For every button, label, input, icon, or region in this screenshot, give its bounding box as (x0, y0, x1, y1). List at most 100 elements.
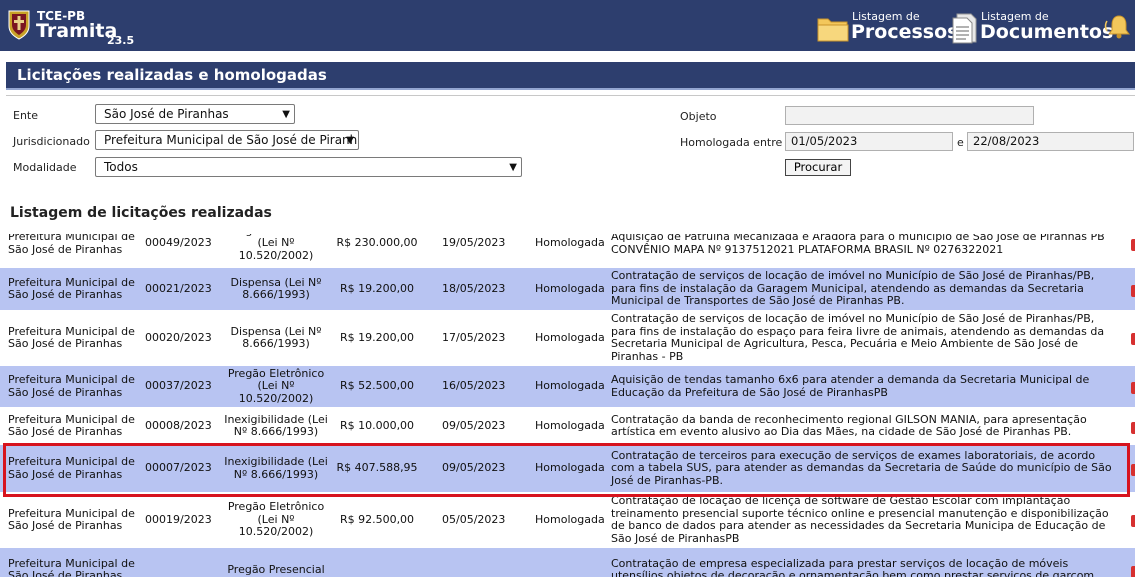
modalidade-cell: Pregão Eletrônico (Lei Nº 10.520/2002) (227, 500, 325, 539)
filter-form: Ente São José de Piranhas ▼ Jurisdiciona… (6, 95, 1135, 186)
page-title: Licitações realizadas e homologadas (17, 66, 327, 84)
procurar-button[interactable]: Procurar (785, 159, 851, 176)
objeto-cell: Contratação de serviços de locação de im… (611, 312, 1105, 363)
objeto-cell: Contratação de terceiros para execução d… (611, 448, 1112, 487)
table-row[interactable]: Prefeitura Municipal de São José de Pira… (0, 493, 1135, 547)
chevron-down-icon: ▼ (282, 109, 290, 120)
top-header: TCE-PB Tramita 23.5 Listagem de Processo… (0, 0, 1135, 51)
nav-processos-label: Processos (851, 21, 959, 43)
objeto-cell: Contratação de locação de licença de sof… (611, 494, 1109, 545)
modalidade-select[interactable]: Todos ▼ (95, 157, 522, 177)
valor-cell: R$ 407.588,95 (336, 461, 418, 475)
row-marker (1131, 382, 1135, 395)
nav-listagem-processos[interactable]: Listagem de Processos (817, 9, 958, 45)
modalidade-cell: Inexigibilidade (Lei Nº 8.666/1993) (224, 412, 328, 438)
valor-cell: R$ 10.000,00 (339, 418, 415, 432)
data-cell: 18/05/2023 (442, 281, 506, 295)
numero-cell (145, 548, 220, 577)
table-row[interactable]: Prefeitura Municipal de São José de Pira… (0, 268, 1135, 310)
data-cell: 19/05/2023 (442, 236, 506, 250)
valor-cell: R$ 19.200,00 (339, 281, 415, 295)
modalidade-label: Modalidade (13, 161, 77, 174)
chevron-down-icon: ▼ (509, 162, 517, 173)
valor-cell: R$ 19.200,00 (339, 330, 415, 344)
situacao-cell: Homologada (535, 461, 605, 475)
numero-cell: 00019/2023 (145, 512, 212, 526)
ente-cell: Prefeitura Municipal de São José de Pira… (8, 506, 135, 532)
table-row[interactable]: Prefeitura Municipal de São José de Pira… (0, 311, 1135, 365)
situacao-cell: Homologada (535, 330, 605, 344)
row-marker (1131, 422, 1135, 435)
ente-select[interactable]: São José de Piranhas ▼ (95, 104, 295, 124)
data-cell: 05/05/2023 (442, 512, 506, 526)
page-title-bar: Licitações realizadas e homologadas (6, 62, 1135, 90)
jurisdicionado-label: Jurisdicionado (13, 135, 90, 148)
numero-cell: 00007/2023 (145, 461, 212, 475)
date-from-input[interactable]: 01/05/2023 (785, 132, 953, 151)
version-label: 23.5 (107, 34, 135, 47)
nav-listagem-documentos[interactable]: Listagem de Documentos (952, 9, 1113, 45)
objeto-cell: Contratação de empresa especializada par… (611, 556, 1095, 577)
homologada-entre-label: Homologada entre (680, 136, 783, 149)
ente-value: São José de Piranhas (104, 107, 229, 121)
jurisdicionado-select[interactable]: Prefeitura Municipal de São José de Pira… (95, 130, 359, 150)
folder-icon (817, 18, 849, 42)
numero-cell: 00020/2023 (145, 330, 212, 344)
situacao-cell: Homologada (535, 281, 605, 295)
situacao-cell: Homologada (535, 379, 605, 393)
ente-label: Ente (13, 109, 39, 122)
data-cell: 09/05/2023 (442, 461, 506, 475)
situacao-cell: Homologada (535, 512, 605, 526)
ente-cell: Prefeitura Municipal de São José de Pira… (8, 455, 135, 481)
row-marker (1131, 284, 1135, 297)
list-title: Listagem de licitações realizadas (10, 205, 272, 221)
valor-cell: R$ 92.500,00 (339, 512, 415, 526)
numero-cell: 00037/2023 (145, 379, 212, 393)
data-cell: 16/05/2023 (442, 379, 506, 393)
situacao-cell: Homologada (535, 418, 605, 432)
licitacoes-table: Prefeitura Municipal de São José de Pira… (0, 234, 1135, 577)
modalidade-cell: Pregão Eletrônico (Lei Nº 10.520/2002) (228, 234, 324, 262)
modalidade-cell: Dispensa (Lei Nº 8.666/1993) (230, 275, 322, 301)
table-row[interactable]: Prefeitura Municipal de São José de Pira… (0, 408, 1135, 444)
ente-cell: Prefeitura Municipal de São José de Pira… (8, 412, 135, 438)
situacao-cell (535, 548, 607, 577)
valor-cell: R$ 230.000,00 (336, 236, 418, 250)
situacao-cell: Homologada (535, 236, 605, 250)
tce-logo-icon[interactable] (7, 8, 31, 40)
table-row[interactable]: Prefeitura Municipal de São José de Pira… (0, 366, 1135, 407)
table-row[interactable]: Prefeitura Municipal de São José de Pira… (0, 548, 1135, 577)
ente-cell: Prefeitura Municipal de São José de Pira… (8, 324, 135, 350)
valor-cell (334, 548, 420, 577)
chevron-down-icon: ▼ (346, 135, 354, 146)
modalidade-cell: Pregão Eletrônico (Lei Nº 10.520/2002) (227, 366, 325, 405)
ente-cell: Prefeitura Municipal de São José de Pira… (8, 556, 135, 577)
objeto-cell: Aquisição de Patrulha Mecanizada e Arado… (611, 234, 1105, 256)
objeto-input[interactable] (785, 106, 1034, 125)
modalidade-cell: Dispensa (Lei Nº 8.666/1993) (230, 324, 322, 350)
brand-name[interactable]: Tramita (36, 20, 117, 42)
e-label: e (957, 136, 964, 149)
objeto-cell: Contratação da banda de reconhecimento r… (611, 412, 1087, 438)
numero-cell: 00021/2023 (145, 281, 212, 295)
nav-documentos-label: Documentos (980, 21, 1114, 43)
data-cell: 17/05/2023 (442, 330, 506, 344)
table-row[interactable]: Prefeitura Municipal de São José de Pira… (0, 445, 1135, 492)
valor-cell: R$ 52.500,00 (339, 379, 415, 393)
modalidade-value: Todos (104, 160, 138, 174)
row-marker (1131, 238, 1135, 251)
modalidade-cell: Inexigibilidade (Lei Nº 8.666/1993) (224, 455, 328, 481)
objeto-label: Objeto (680, 110, 717, 123)
ente-cell: Prefeitura Municipal de São José de Pira… (8, 373, 135, 399)
bell-icon[interactable] (1104, 12, 1134, 42)
table-row[interactable]: Prefeitura Municipal de São José de Pira… (0, 234, 1135, 267)
objeto-cell: Aquisição de tendas tamanho 6x6 para ate… (611, 373, 1090, 399)
numero-cell: 00049/2023 (145, 236, 212, 250)
ente-cell: Prefeitura Municipal de São José de Pira… (8, 275, 135, 301)
date-to-input[interactable]: 22/08/2023 (967, 132, 1134, 151)
data-cell: 09/05/2023 (442, 418, 506, 432)
objeto-cell: Contratação de serviços de locação de im… (611, 269, 1095, 308)
row-marker (1131, 463, 1135, 476)
row-marker (1131, 565, 1135, 577)
row-marker (1131, 332, 1135, 345)
